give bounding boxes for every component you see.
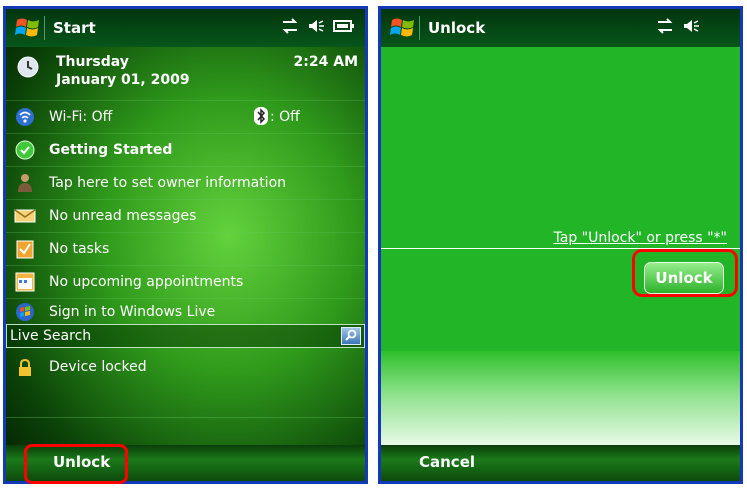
wifi-icon xyxy=(13,106,37,128)
windows-live-icon xyxy=(13,301,37,323)
right-phone-screen: Unlock Tap "Unlock" or press "*" Unlock … xyxy=(378,6,743,484)
title-bar: Start xyxy=(6,9,365,47)
calendar-icon xyxy=(13,271,37,293)
windows-live-label: Sign in to Windows Live xyxy=(49,304,216,320)
getting-started-item[interactable]: Getting Started xyxy=(6,133,365,166)
bluetooth-icon xyxy=(254,107,268,129)
title-separator xyxy=(419,16,420,40)
volume-icon[interactable] xyxy=(682,18,700,38)
owner-info-label: Tap here to set owner information xyxy=(49,175,287,191)
title-separator xyxy=(44,16,45,40)
appointments-label: No upcoming appointments xyxy=(49,274,244,290)
live-search-box[interactable]: Live Search xyxy=(6,324,365,348)
lock-icon xyxy=(13,359,37,377)
messages-item[interactable]: No unread messages xyxy=(6,199,365,232)
device-locked-item[interactable]: Device locked xyxy=(6,351,365,401)
time-label: 2:24 AM xyxy=(293,54,358,70)
envelope-icon xyxy=(13,205,37,227)
title-bar: Unlock xyxy=(381,9,740,47)
appointments-item[interactable]: No upcoming appointments xyxy=(6,265,365,298)
messages-label: No unread messages xyxy=(49,208,197,224)
unlock-hint-text: Tap "Unlock" or press "*" xyxy=(553,230,728,246)
wifi-status: Wi-Fi: Off xyxy=(49,109,113,125)
app-title: Unlock xyxy=(428,19,486,37)
bluetooth-status: : Off xyxy=(270,109,300,125)
tasks-icon xyxy=(13,238,37,260)
wifi-bluetooth-row[interactable]: Wi-Fi: Off : Off xyxy=(6,100,365,133)
clock-icon xyxy=(16,55,40,83)
app-title: Start xyxy=(53,19,96,37)
day-label: Thursday xyxy=(56,54,129,70)
tasks-item[interactable]: No tasks xyxy=(6,232,365,265)
cancel-softkey[interactable]: Cancel xyxy=(419,453,475,471)
highlight-unlock-button xyxy=(632,249,738,297)
battery-icon[interactable] xyxy=(333,18,355,38)
windows-start-icon[interactable] xyxy=(387,14,419,42)
person-icon xyxy=(13,172,37,194)
search-icon[interactable] xyxy=(341,327,361,345)
windows-live-item[interactable]: Sign in to Windows Live xyxy=(6,298,365,325)
tasks-label: No tasks xyxy=(49,241,110,257)
background-gradient xyxy=(381,351,740,445)
date-label: January 01, 2009 xyxy=(56,72,190,88)
connectivity-icon[interactable] xyxy=(656,18,674,38)
connectivity-icon[interactable] xyxy=(281,18,299,38)
owner-info-item[interactable]: Tap here to set owner information xyxy=(6,166,365,199)
getting-started-label: Getting Started xyxy=(49,142,173,158)
left-phone-screen: Start Thursday January 01, 2009 2:24 AM … xyxy=(3,6,368,484)
divider xyxy=(6,417,365,419)
device-locked-label: Device locked xyxy=(49,359,147,375)
softkey-bar: Cancel xyxy=(381,445,740,481)
date-time-panel[interactable]: Thursday January 01, 2009 2:24 AM xyxy=(6,47,365,99)
search-label: Live Search xyxy=(10,328,92,344)
highlight-unlock-softkey xyxy=(24,444,128,484)
windows-start-icon[interactable] xyxy=(12,14,44,42)
getting-started-icon xyxy=(13,139,37,161)
volume-icon[interactable] xyxy=(307,18,325,38)
